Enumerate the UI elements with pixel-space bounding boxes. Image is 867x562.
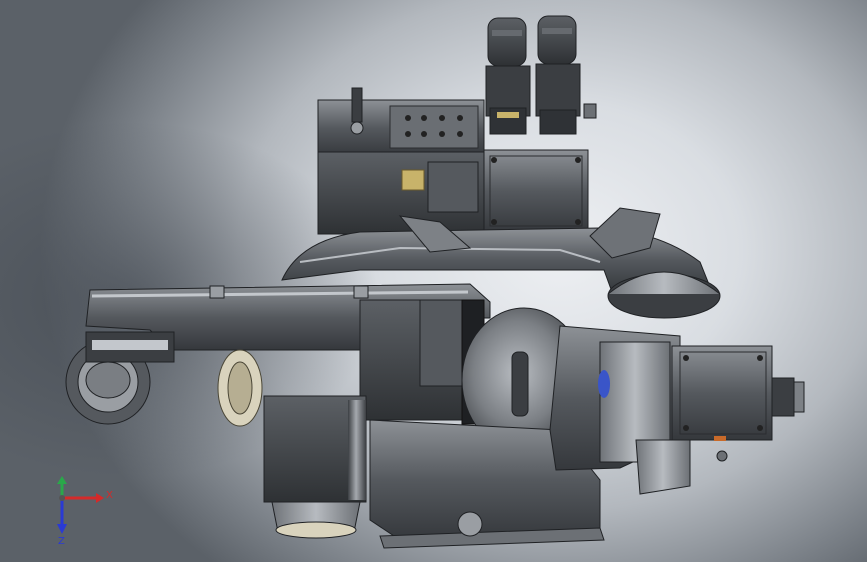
x-axis-label: X (106, 490, 113, 501)
control-box-top[interactable] (317, 87, 485, 157)
cable-connector-right[interactable] (535, 15, 581, 135)
reference-triad: X Z (44, 476, 124, 547)
x-axis-head (96, 493, 104, 503)
cable-connector-left[interactable] (485, 17, 531, 135)
motor-lower-left[interactable] (263, 395, 367, 539)
belt-pulley[interactable] (217, 349, 263, 427)
z-axis-head (57, 524, 67, 534)
cad-model[interactable] (0, 0, 867, 562)
motor-right[interactable] (549, 325, 805, 495)
graphics-viewport[interactable]: X Z (0, 0, 867, 562)
y-axis-head (57, 476, 67, 484)
left-joint-housing[interactable] (65, 331, 175, 425)
z-axis-label: Z (58, 536, 65, 546)
